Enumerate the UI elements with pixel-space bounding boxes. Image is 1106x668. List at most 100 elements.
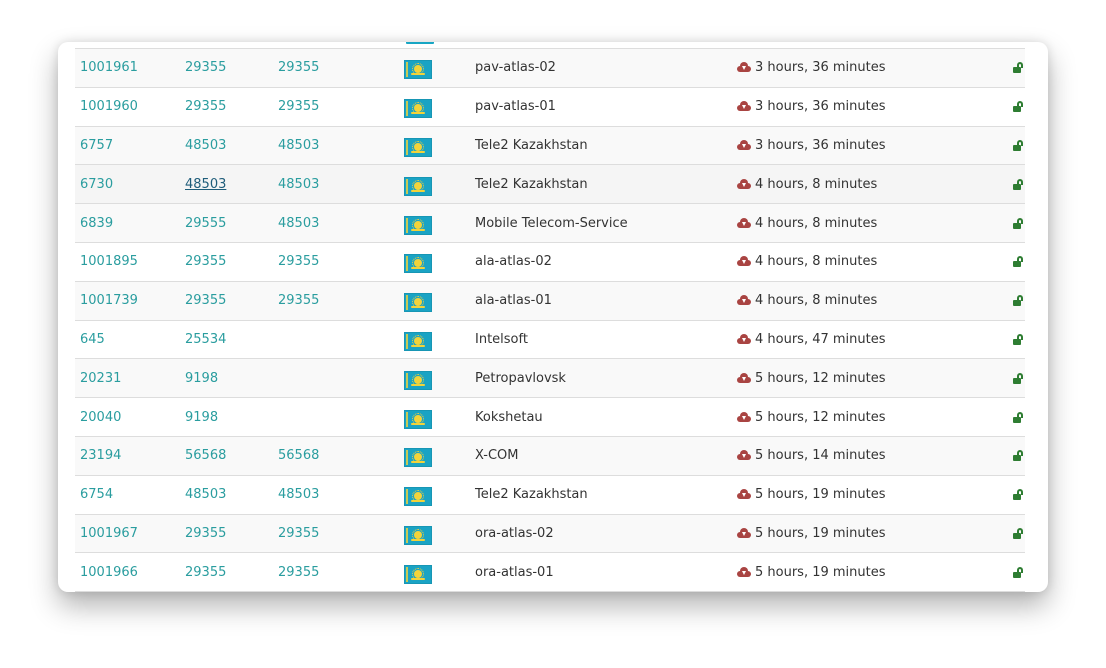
unlock-icon: [1013, 489, 1025, 501]
probe-id-link[interactable]: 6757: [80, 138, 113, 153]
probe-id-link[interactable]: 23194: [80, 448, 121, 463]
cloud-download-icon: [737, 217, 751, 228]
public-status-cell: [965, 319, 1025, 359]
status-cell: 4 hours, 8 minutes: [732, 203, 965, 243]
status-duration: 4 hours, 8 minutes: [755, 254, 878, 270]
asn-v4-link[interactable]: 29355: [185, 99, 226, 114]
probe-id-cell: 6757: [75, 125, 180, 165]
probe-id-link[interactable]: 20231: [80, 371, 121, 386]
asn-v4-link[interactable]: 29355: [185, 60, 226, 75]
table-row[interactable]: 1001961 29355 29355 pav-atlas-02 3 hours, 36…: [75, 48, 1025, 88]
asn-v4-cell: 48503: [180, 474, 273, 515]
country-cell: [399, 397, 470, 437]
table-row[interactable]: 6757 48503 48503 Tele2 Kazakhstan 3 hours, 3…: [75, 125, 1025, 165]
asn-v6-cell: 29355: [273, 552, 399, 592]
status-cell: 4 hours, 47 minutes: [732, 319, 965, 359]
probe-id-cell: 645: [75, 319, 180, 359]
table-row[interactable]: 1001960 29355 29355 pav-atlas-01 3 hours, 36…: [75, 86, 1025, 127]
table-row[interactable]: 1001895 29355 29355 ala-atlas-02 4 hours, 8 …: [75, 241, 1025, 282]
status-duration: 4 hours, 8 minutes: [755, 293, 878, 309]
table-row[interactable]: 23194 56568 56568 X-COM 5 hours, 14 minutes: [75, 435, 1025, 476]
asn-v4-link[interactable]: 9198: [185, 371, 218, 386]
asn-v4-link[interactable]: 48503: [185, 177, 226, 192]
probe-id-link[interactable]: 6730: [80, 177, 113, 192]
probe-id-link[interactable]: 1001967: [80, 526, 138, 541]
country-cell: [399, 280, 470, 321]
asn-v6-link[interactable]: 48503: [278, 177, 319, 192]
public-status-cell: [965, 125, 1025, 165]
probe-id-cell: 6839: [75, 203, 180, 243]
kazakhstan-flag-icon: [404, 370, 432, 390]
table-row[interactable]: 6839 29555 48503 Mobile Telecom-Service 4 ho…: [75, 203, 1025, 243]
asn-v4-link[interactable]: 29355: [185, 254, 226, 269]
cloud-download-icon: [737, 256, 751, 267]
asn-v4-link[interactable]: 29355: [185, 526, 226, 541]
table-row[interactable]: 1001739 29355 29355 ala-atlas-01 4 hours, 8 …: [75, 280, 1025, 321]
status-duration: 3 hours, 36 minutes: [755, 137, 886, 153]
asn-v6-link[interactable]: 29355: [278, 60, 319, 75]
probe-id-link[interactable]: 1001960: [80, 99, 138, 114]
asn-v6-link[interactable]: 29355: [278, 99, 319, 114]
cloud-download-icon: [737, 333, 751, 344]
cloud-download-icon: [737, 101, 751, 112]
description-cell: Tele2 Kazakhstan: [470, 125, 732, 165]
asn-v6-link[interactable]: 48503: [278, 138, 319, 153]
asn-v6-link[interactable]: 48503: [278, 487, 319, 502]
kazakhstan-flag-icon: [404, 564, 432, 584]
probe-id-link[interactable]: 1001961: [80, 60, 138, 75]
probe-id-link[interactable]: 6754: [80, 487, 113, 502]
asn-v4-link[interactable]: 29355: [185, 565, 226, 580]
status-cell: 5 hours, 19 minutes: [732, 552, 965, 592]
table-row[interactable]: 1001966 29355 29355 ora-atlas-01 5 hours, 19…: [75, 552, 1025, 592]
asn-v6-link[interactable]: 56568: [278, 448, 319, 463]
asn-v6-link[interactable]: 48503: [278, 216, 319, 231]
country-cell: [399, 358, 470, 398]
kazakhstan-flag-icon: [404, 525, 432, 545]
asn-v6-link[interactable]: 29355: [278, 293, 319, 308]
previous-row-flag-fragment: [406, 42, 434, 44]
table-row[interactable]: 645 25534 Intelsoft 4 hours, 47 minutes: [75, 319, 1025, 359]
probe-id-cell: 6754: [75, 474, 180, 515]
probes-table-card: 1001961 29355 29355 pav-atlas-02 3 hours, 36…: [58, 42, 1048, 592]
kazakhstan-flag-icon: [404, 254, 432, 274]
status-duration: 5 hours, 12 minutes: [755, 409, 886, 425]
table-row[interactable]: 20040 9198 Kokshetau 5 hours, 12 minutes: [75, 397, 1025, 437]
asn-v6-link[interactable]: 29355: [278, 565, 319, 580]
status-duration: 4 hours, 8 minutes: [755, 215, 878, 231]
probe-id-link[interactable]: 1001895: [80, 254, 138, 269]
asn-v4-link[interactable]: 9198: [185, 410, 218, 425]
asn-v4-cell: 29355: [180, 280, 273, 321]
asn-v4-link[interactable]: 56568: [185, 448, 226, 463]
public-status-cell: [965, 358, 1025, 398]
status-duration: 5 hours, 19 minutes: [755, 564, 886, 580]
asn-v6-link[interactable]: 29355: [278, 254, 319, 269]
table-row[interactable]: 6730 48503 48503 Tele2 Kazakhstan 4 hours, 8…: [75, 164, 1025, 204]
asn-v4-link[interactable]: 29355: [185, 293, 226, 308]
description-cell: Kokshetau: [470, 397, 732, 437]
probe-id-link[interactable]: 20040: [80, 410, 121, 425]
asn-v6-link[interactable]: 29355: [278, 526, 319, 541]
status-duration: 5 hours, 12 minutes: [755, 370, 886, 386]
asn-v4-link[interactable]: 29555: [185, 216, 226, 231]
table-row[interactable]: 6754 48503 48503 Tele2 Kazakhstan 5 hours, 1…: [75, 474, 1025, 515]
country-cell: [399, 513, 470, 553]
probe-id-link[interactable]: 1001739: [80, 293, 138, 308]
probe-id-link[interactable]: 645: [80, 332, 105, 347]
description-cell: pav-atlas-01: [470, 86, 732, 127]
probe-description: Kokshetau: [475, 409, 543, 425]
probe-id-link[interactable]: 6839: [80, 216, 113, 231]
probe-description: Tele2 Kazakhstan: [475, 176, 588, 192]
status-cell: 3 hours, 36 minutes: [732, 125, 965, 165]
asn-v4-link[interactable]: 48503: [185, 138, 226, 153]
probe-id-cell: 1001961: [75, 48, 180, 88]
cloud-download-icon: [737, 178, 751, 189]
table-row[interactable]: 20231 9198 Petropavlovsk 5 hours, 12 minute…: [75, 358, 1025, 398]
asn-v6-cell: 48503: [273, 125, 399, 165]
asn-v6-cell: 48503: [273, 474, 399, 515]
table-row[interactable]: 1001967 29355 29355 ora-atlas-02 5 hours, 19…: [75, 513, 1025, 553]
asn-v4-link[interactable]: 25534: [185, 332, 226, 347]
country-cell: [399, 241, 470, 282]
asn-v4-link[interactable]: 48503: [185, 487, 226, 502]
probe-id-link[interactable]: 1001966: [80, 565, 138, 580]
cloud-download-icon: [737, 527, 751, 538]
